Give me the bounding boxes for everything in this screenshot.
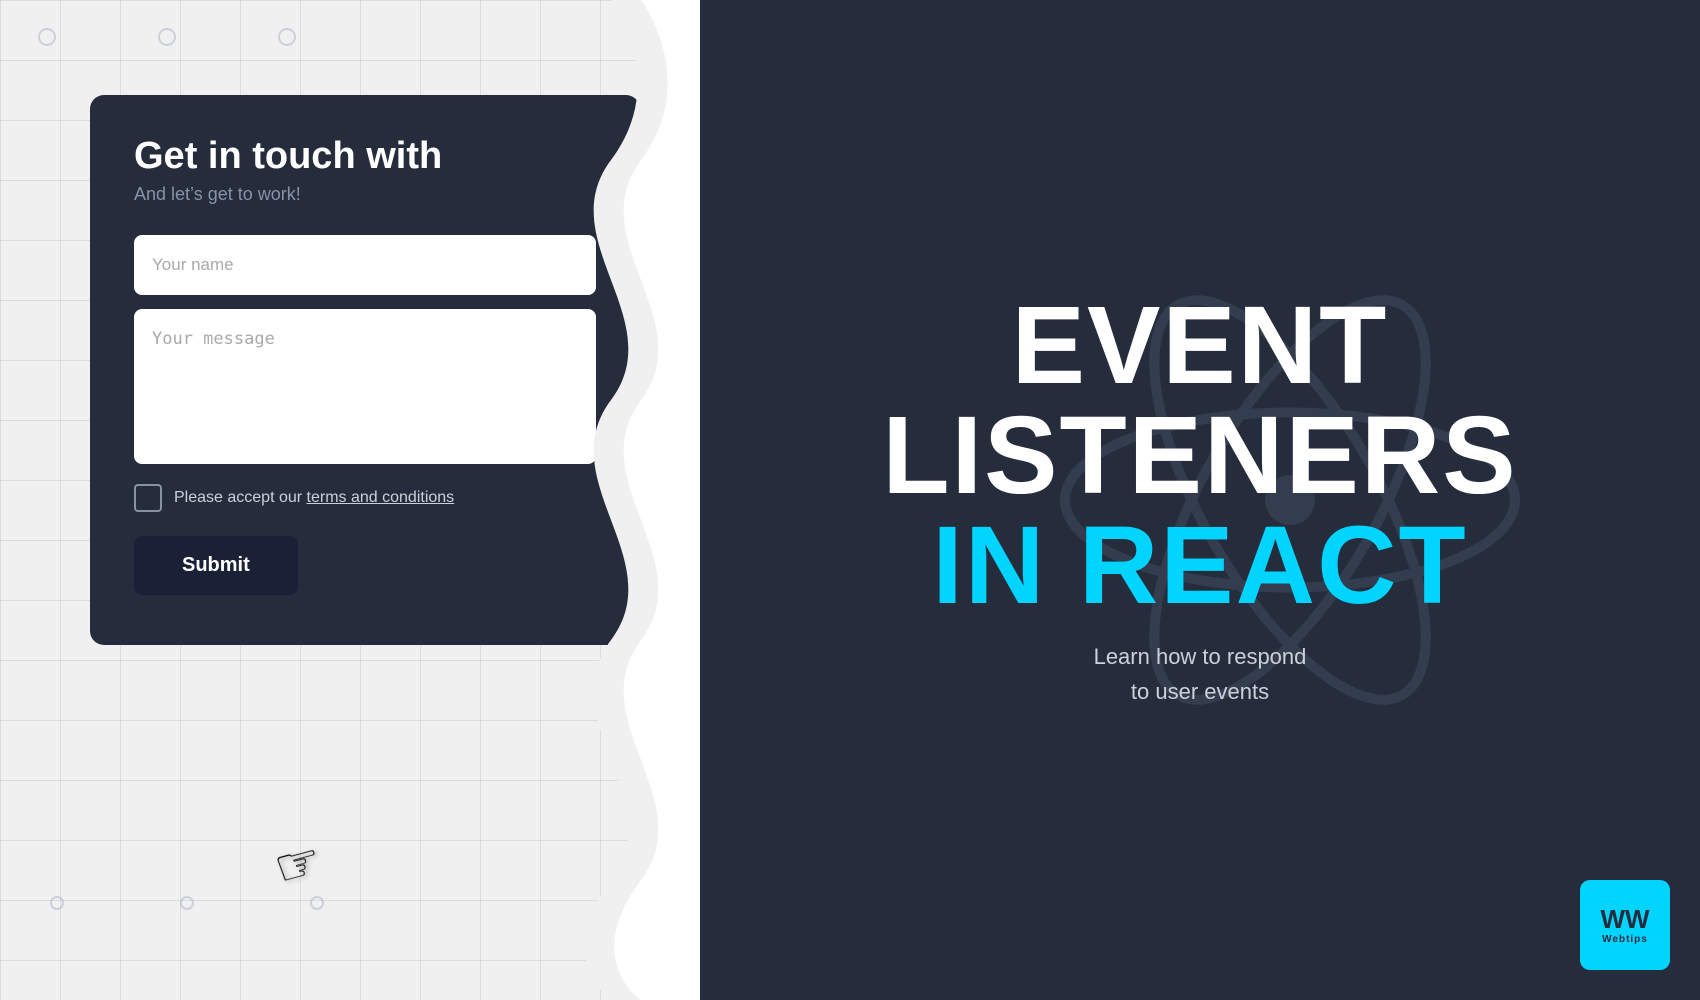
terms-checkbox[interactable] [134,484,162,512]
headline-in-react: IN REACT [882,511,1517,621]
headline-subtitle: Learn how to respond to user events [882,639,1517,709]
right-panel: EVENT LISTENERS IN REACT Learn how to re… [700,0,1700,1000]
deco-circle [158,28,176,46]
terms-link[interactable]: terms and conditions [307,489,455,506]
cursor-icon: ☞ [268,830,329,900]
headline-listeners: LISTENERS [882,401,1517,511]
deco-circle [278,28,296,46]
headline-block: EVENT LISTENERS IN REACT Learn how to re… [882,291,1517,709]
deco-circle [180,896,194,910]
left-panel: Get in touch with And let’s get to work!… [0,0,700,1000]
submit-button[interactable]: Submit [134,536,298,595]
webtips-label: Webtips [1602,934,1648,945]
deco-circle [50,896,64,910]
headline-event: EVENT [882,291,1517,401]
deco-circle [310,896,324,910]
webtips-badge[interactable]: WW Webtips [1580,880,1670,970]
deco-circle [38,28,56,46]
terms-label: Please accept our terms and conditions [174,489,454,507]
webtips-ww-logo: WW [1600,906,1649,932]
wavy-divider [521,0,700,1000]
